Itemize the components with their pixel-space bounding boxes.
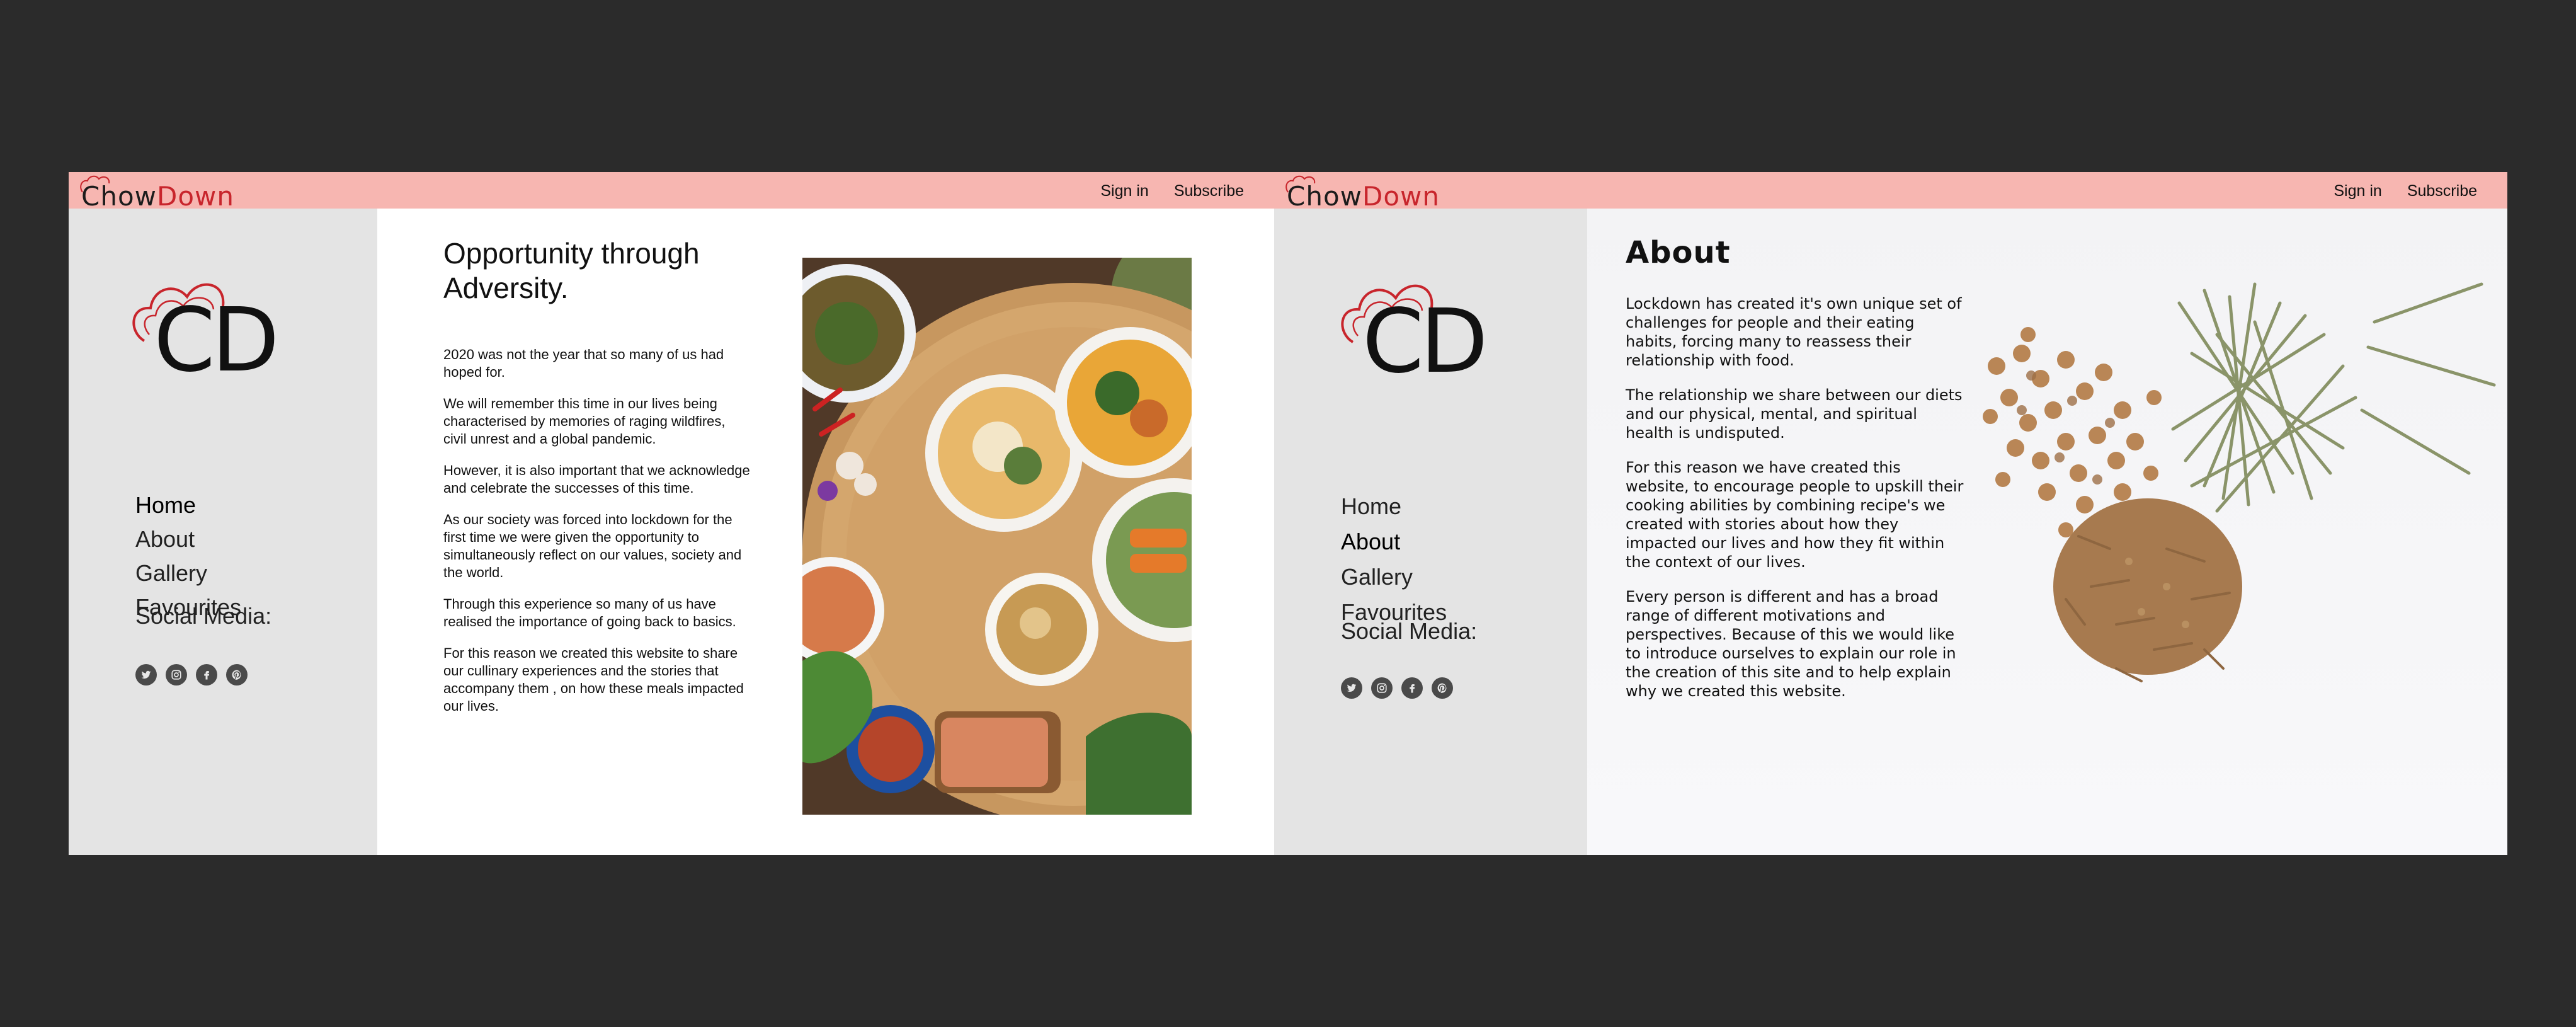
about-paragraph: Lockdown has created it's own unique set…	[1626, 295, 1962, 369]
nav-item-about[interactable]: About	[135, 526, 241, 553]
nav-item-about[interactable]: About	[1341, 529, 1447, 555]
cd-logo: CD	[125, 272, 314, 398]
brand-name-part1: Chow	[81, 181, 157, 212]
pinterest-icon[interactable]	[1432, 677, 1453, 699]
about-content: About Lockdown has created it's own uniq…	[1626, 235, 1966, 716]
twitter-icon[interactable]	[1341, 677, 1362, 699]
sidebar: CD Home About Gallery Favourites Social …	[69, 209, 377, 855]
header-bar: ChowDown Sign in Subscribe	[1274, 172, 2507, 212]
home-page-mockup: ChowDown Sign in Subscribe CD Home About…	[69, 172, 1274, 855]
sidebar: CD Home About Gallery Favourites Social …	[1274, 209, 1587, 855]
article-paragraph: Through this experience so many of us ha…	[443, 596, 736, 630]
sign-in-link[interactable]: Sign in	[1100, 182, 1148, 200]
brand-name-part2: Down	[157, 181, 235, 212]
about-title: About	[1626, 235, 1731, 270]
subscribe-link[interactable]: Subscribe	[2407, 182, 2477, 200]
facebook-icon[interactable]	[1401, 677, 1423, 699]
about-paragraph: For this reason we have created this web…	[1626, 459, 1964, 571]
nav-item-gallery[interactable]: Gallery	[1341, 564, 1447, 590]
article-paragraph: However, it is also important that we ac…	[443, 462, 750, 496]
sign-in-link[interactable]: Sign in	[2334, 182, 2381, 200]
about-paragraph: Every person is different and has a broa…	[1626, 588, 1956, 700]
logo-text: CD	[1362, 290, 1488, 393]
subscribe-link[interactable]: Subscribe	[1174, 182, 1244, 200]
nav-item-home[interactable]: Home	[135, 492, 241, 519]
brand-logo[interactable]: ChowDown	[1285, 175, 1488, 212]
instagram-icon[interactable]	[166, 664, 187, 686]
article-paragraph: For this reason we created this website …	[443, 645, 744, 714]
thai-food-photo	[802, 258, 1192, 815]
about-page-mockup: ChowDown Sign in Subscribe CD Home About…	[1274, 172, 2507, 855]
facebook-icon[interactable]	[196, 664, 217, 686]
article-paragraph: 2020 was not the year that so many of us…	[443, 347, 724, 381]
article-title: Opportunity through Adversity.	[443, 237, 700, 305]
side-navigation: Home About Gallery Favourites	[1341, 493, 1447, 626]
nav-item-home[interactable]: Home	[1341, 493, 1447, 520]
social-media-heading: Social Media:	[1341, 618, 1478, 644]
social-icons	[1341, 677, 1453, 699]
cd-logo: CD	[1334, 273, 1523, 399]
about-paragraph: The relationship we share between our di…	[1626, 386, 1963, 442]
article: Opportunity through Adversity. 2020 was …	[443, 236, 752, 729]
instagram-icon[interactable]	[1371, 677, 1393, 699]
logo-text: CD	[154, 289, 280, 392]
brand-name-part1: Chow	[1287, 181, 1362, 212]
pinterest-icon[interactable]	[226, 664, 248, 686]
side-navigation: Home About Gallery Favourites	[135, 492, 241, 621]
twitter-icon[interactable]	[135, 664, 157, 686]
brand-name-part2: Down	[1362, 181, 1440, 212]
header-bar: ChowDown Sign in Subscribe	[69, 172, 1274, 212]
nav-item-gallery[interactable]: Gallery	[135, 560, 241, 587]
brand-logo[interactable]: ChowDown	[80, 175, 283, 212]
social-media-heading: Social Media:	[135, 603, 272, 629]
social-icons	[135, 664, 248, 686]
article-paragraph: We will remember this time in our lives …	[443, 396, 726, 447]
article-paragraph: As our society was forced into lockdown …	[443, 512, 742, 581]
